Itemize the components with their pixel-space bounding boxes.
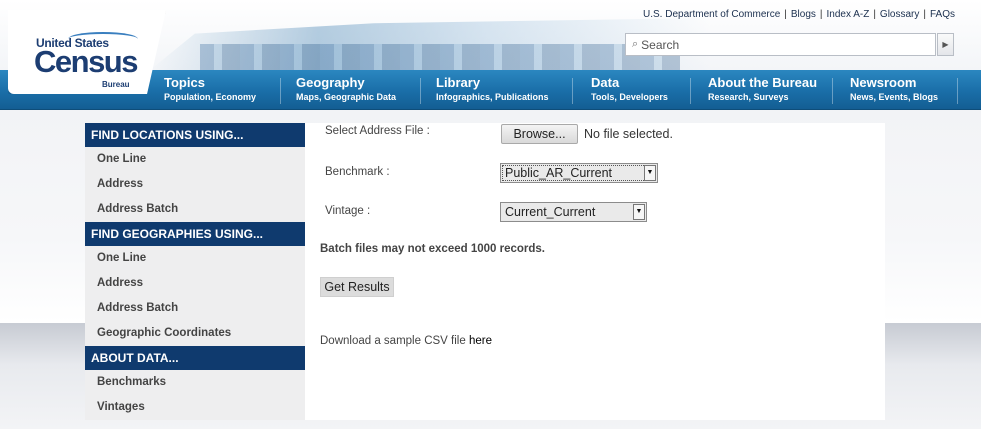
get-results-button[interactable]: Get Results (320, 277, 394, 297)
batch-form-panel: Select Address File : Browse... No file … (305, 123, 885, 420)
link-index-a-z[interactable]: Index A-Z (827, 9, 870, 20)
link-faqs[interactable]: FAQs (930, 9, 955, 20)
separator: | (923, 9, 926, 20)
chevron-down-icon: ▼ (644, 165, 656, 181)
nav-subtitle: News, Events, Blogs (850, 92, 939, 102)
nav-item-geography[interactable]: Geography Maps, Geographic Data (296, 76, 406, 103)
benchmark-label: Benchmark : (325, 166, 390, 178)
search-icon: ⌕ (632, 38, 639, 50)
nav-item-topics[interactable]: Topics Population, Economy (164, 76, 266, 103)
search-input[interactable]: ⌕ Search (625, 33, 936, 56)
nav-item-data[interactable]: Data Tools, Developers (591, 76, 678, 103)
benchmark-value: Public_AR_Current (505, 166, 612, 180)
sidebar-item-vintages[interactable]: Vintages (85, 395, 305, 420)
nav-item-library[interactable]: Library Infographics, Publications (436, 76, 559, 103)
nav-divider (280, 78, 281, 104)
nav-title: Newsroom (850, 75, 917, 90)
chevron-down-icon: ▼ (633, 204, 645, 220)
search-submit-button[interactable]: ▶ (937, 33, 954, 56)
search-placeholder: Search (641, 37, 680, 52)
sample-csv-link[interactable]: here (469, 335, 492, 347)
link-department-of-commerce[interactable]: U.S. Department of Commerce (643, 9, 780, 20)
sidebar-item-locations-one-line[interactable]: One Line (85, 147, 305, 172)
nav-subtitle: Research, Surveys (708, 92, 789, 102)
sidebar-heading-find-locations: FIND LOCATIONS USING... (85, 123, 305, 147)
nav-divider (957, 78, 958, 104)
nav-subtitle: Tools, Developers (591, 92, 668, 102)
sidebar-item-geographies-address[interactable]: Address (85, 271, 305, 296)
link-glossary[interactable]: Glossary (880, 9, 919, 20)
vintage-select[interactable]: Current_Current ▼ (500, 202, 647, 222)
sidebar-item-geographies-address-batch[interactable]: Address Batch (85, 296, 305, 321)
sidebar-heading-about-data: ABOUT DATA... (85, 346, 305, 370)
vintage-value: Current_Current (505, 205, 596, 219)
sidebar: FIND LOCATIONS USING... One Line Address… (85, 123, 305, 420)
sidebar-item-geographic-coordinates[interactable]: Geographic Coordinates (85, 321, 305, 346)
census-logo[interactable]: United States Census Bureau (8, 10, 166, 94)
nav-item-newsroom[interactable]: Newsroom News, Events, Blogs (850, 76, 948, 103)
file-label: Select Address File : (325, 125, 430, 137)
nav-subtitle: Population, Economy (164, 92, 257, 102)
separator: | (873, 9, 876, 20)
nav-title: About the Bureau (708, 75, 818, 90)
nav-title: Geography (296, 75, 365, 90)
link-blogs[interactable]: Blogs (791, 9, 816, 20)
sidebar-item-locations-address-batch[interactable]: Address Batch (85, 197, 305, 222)
separator: | (784, 9, 787, 20)
nav-title: Data (591, 75, 620, 90)
logo-text-census: Census (34, 44, 138, 79)
nav-title: Topics (164, 75, 205, 90)
nav-divider (420, 78, 421, 104)
benchmark-select[interactable]: Public_AR_Current ▼ (500, 163, 658, 183)
vintage-label: Vintage : (325, 205, 371, 217)
sample-csv-line: Download a sample CSV file here (320, 335, 492, 347)
sidebar-item-locations-address[interactable]: Address (85, 172, 305, 197)
nav-subtitle: Infographics, Publications (436, 92, 549, 102)
nav-item-about[interactable]: About the Bureau Research, Surveys (708, 76, 827, 103)
batch-limit-note: Batch files may not exceed 1000 records. (320, 243, 545, 255)
sidebar-item-benchmarks[interactable]: Benchmarks (85, 370, 305, 395)
logo-text-bureau: Bureau (102, 80, 130, 89)
file-status: No file selected. (584, 127, 673, 141)
browse-button[interactable]: Browse... (501, 124, 578, 144)
nav-divider (572, 78, 573, 104)
nav-divider (832, 78, 833, 104)
arrow-right-icon: ▶ (942, 40, 949, 49)
separator: | (819, 9, 823, 20)
utility-links: U.S. Department of Commerce | Blogs | In… (643, 9, 955, 20)
sample-csv-text: Download a sample CSV file (320, 335, 466, 347)
nav-title: Library (436, 75, 481, 90)
nav-subtitle: Maps, Geographic Data (296, 92, 397, 102)
nav-divider (690, 78, 691, 104)
sidebar-heading-find-geographies: FIND GEOGRAPHIES USING... (85, 222, 305, 246)
sidebar-item-geographies-one-line[interactable]: One Line (85, 246, 305, 271)
header-banner-stripes (200, 44, 680, 70)
